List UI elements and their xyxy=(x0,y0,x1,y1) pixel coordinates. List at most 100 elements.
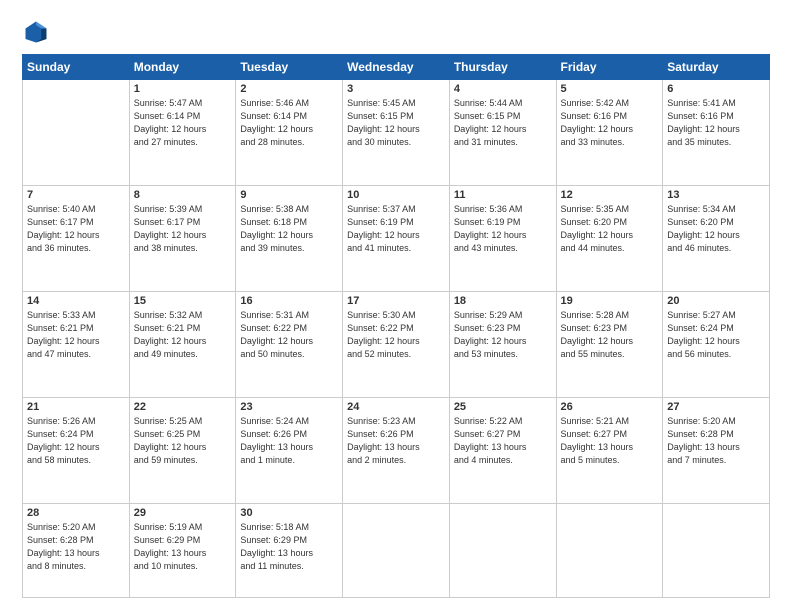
cell-info: Sunrise: 5:39 AM Sunset: 6:17 PM Dayligh… xyxy=(134,203,232,255)
calendar-cell xyxy=(343,503,450,598)
cell-info: Sunrise: 5:44 AM Sunset: 6:15 PM Dayligh… xyxy=(454,97,552,149)
calendar-cell: 14 Sunrise: 5:33 AM Sunset: 6:21 PM Dayli… xyxy=(23,291,130,397)
day-number: 21 xyxy=(27,401,125,413)
day-number: 12 xyxy=(561,189,659,201)
cell-info: Sunrise: 5:35 AM Sunset: 6:20 PM Dayligh… xyxy=(561,203,659,255)
day-number: 7 xyxy=(27,189,125,201)
cell-info: Sunrise: 5:45 AM Sunset: 6:15 PM Dayligh… xyxy=(347,97,445,149)
cell-info: Sunrise: 5:22 AM Sunset: 6:27 PM Dayligh… xyxy=(454,415,552,467)
day-number: 19 xyxy=(561,295,659,307)
calendar-cell: 26 Sunrise: 5:21 AM Sunset: 6:27 PM Dayli… xyxy=(556,397,663,503)
day-number: 16 xyxy=(240,295,338,307)
page: SundayMondayTuesdayWednesdayThursdayFrid… xyxy=(0,0,792,612)
calendar-cell: 17 Sunrise: 5:30 AM Sunset: 6:22 PM Dayli… xyxy=(343,291,450,397)
cell-info: Sunrise: 5:42 AM Sunset: 6:16 PM Dayligh… xyxy=(561,97,659,149)
day-number: 26 xyxy=(561,401,659,413)
day-number: 17 xyxy=(347,295,445,307)
cell-info: Sunrise: 5:21 AM Sunset: 6:27 PM Dayligh… xyxy=(561,415,659,467)
cell-info: Sunrise: 5:32 AM Sunset: 6:21 PM Dayligh… xyxy=(134,309,232,361)
day-number: 10 xyxy=(347,189,445,201)
header xyxy=(22,18,770,46)
weekday-header-sunday: Sunday xyxy=(23,55,130,80)
calendar-cell: 27 Sunrise: 5:20 AM Sunset: 6:28 PM Dayli… xyxy=(663,397,770,503)
weekday-header-saturday: Saturday xyxy=(663,55,770,80)
day-number: 29 xyxy=(134,507,232,519)
weekday-header-tuesday: Tuesday xyxy=(236,55,343,80)
cell-info: Sunrise: 5:31 AM Sunset: 6:22 PM Dayligh… xyxy=(240,309,338,361)
cell-info: Sunrise: 5:18 AM Sunset: 6:29 PM Dayligh… xyxy=(240,521,338,573)
cell-info: Sunrise: 5:40 AM Sunset: 6:17 PM Dayligh… xyxy=(27,203,125,255)
day-number: 24 xyxy=(347,401,445,413)
cell-info: Sunrise: 5:25 AM Sunset: 6:25 PM Dayligh… xyxy=(134,415,232,467)
week-row-2: 7 Sunrise: 5:40 AM Sunset: 6:17 PM Daylig… xyxy=(23,185,770,291)
day-number: 25 xyxy=(454,401,552,413)
cell-info: Sunrise: 5:27 AM Sunset: 6:24 PM Dayligh… xyxy=(667,309,765,361)
calendar-cell xyxy=(556,503,663,598)
calendar-cell: 5Sunrise: 5:42 AM Sunset: 6:16 PM Daylig… xyxy=(556,80,663,186)
calendar-cell xyxy=(23,80,130,186)
day-number: 3 xyxy=(347,83,445,95)
cell-info: Sunrise: 5:37 AM Sunset: 6:19 PM Dayligh… xyxy=(347,203,445,255)
calendar-cell xyxy=(663,503,770,598)
day-number: 20 xyxy=(667,295,765,307)
calendar-cell: 21 Sunrise: 5:26 AM Sunset: 6:24 PM Dayli… xyxy=(23,397,130,503)
calendar-cell: 19 Sunrise: 5:28 AM Sunset: 6:23 PM Dayli… xyxy=(556,291,663,397)
calendar-cell: 16 Sunrise: 5:31 AM Sunset: 6:22 PM Dayli… xyxy=(236,291,343,397)
cell-info: Sunrise: 5:34 AM Sunset: 6:20 PM Dayligh… xyxy=(667,203,765,255)
weekday-header-friday: Friday xyxy=(556,55,663,80)
day-number: 1 xyxy=(134,83,232,95)
calendar-cell: 4Sunrise: 5:44 AM Sunset: 6:15 PM Daylig… xyxy=(449,80,556,186)
day-number: 22 xyxy=(134,401,232,413)
day-number: 23 xyxy=(240,401,338,413)
day-number: 9 xyxy=(240,189,338,201)
day-number: 2 xyxy=(240,83,338,95)
week-row-4: 21 Sunrise: 5:26 AM Sunset: 6:24 PM Dayli… xyxy=(23,397,770,503)
weekday-header-wednesday: Wednesday xyxy=(343,55,450,80)
cell-info: Sunrise: 5:47 AM Sunset: 6:14 PM Dayligh… xyxy=(134,97,232,149)
day-number: 30 xyxy=(240,507,338,519)
cell-info: Sunrise: 5:19 AM Sunset: 6:29 PM Dayligh… xyxy=(134,521,232,573)
calendar-cell: 2 Sunrise: 5:46 AM Sunset: 6:14 PM Daylig… xyxy=(236,80,343,186)
cell-info: Sunrise: 5:26 AM Sunset: 6:24 PM Dayligh… xyxy=(27,415,125,467)
weekday-header-row: SundayMondayTuesdayWednesdayThursdayFrid… xyxy=(23,55,770,80)
weekday-header-thursday: Thursday xyxy=(449,55,556,80)
week-row-5: 28Sunrise: 5:20 AM Sunset: 6:28 PM Dayli… xyxy=(23,503,770,598)
week-row-3: 14 Sunrise: 5:33 AM Sunset: 6:21 PM Dayli… xyxy=(23,291,770,397)
cell-info: Sunrise: 5:28 AM Sunset: 6:23 PM Dayligh… xyxy=(561,309,659,361)
cell-info: Sunrise: 5:20 AM Sunset: 6:28 PM Dayligh… xyxy=(27,521,125,573)
cell-info: Sunrise: 5:29 AM Sunset: 6:23 PM Dayligh… xyxy=(454,309,552,361)
calendar-cell: 12 Sunrise: 5:35 AM Sunset: 6:20 PM Dayli… xyxy=(556,185,663,291)
calendar-cell: 13 Sunrise: 5:34 AM Sunset: 6:20 PM Dayli… xyxy=(663,185,770,291)
calendar-cell: 24Sunrise: 5:23 AM Sunset: 6:26 PM Dayli… xyxy=(343,397,450,503)
calendar-cell: 29 Sunrise: 5:19 AM Sunset: 6:29 PM Dayli… xyxy=(129,503,236,598)
day-number: 11 xyxy=(454,189,552,201)
week-row-1: 1 Sunrise: 5:47 AM Sunset: 6:14 PM Daylig… xyxy=(23,80,770,186)
calendar-cell: 1 Sunrise: 5:47 AM Sunset: 6:14 PM Daylig… xyxy=(129,80,236,186)
day-number: 15 xyxy=(134,295,232,307)
calendar-cell: 20 Sunrise: 5:27 AM Sunset: 6:24 PM Dayli… xyxy=(663,291,770,397)
calendar-cell: 3 Sunrise: 5:45 AM Sunset: 6:15 PM Daylig… xyxy=(343,80,450,186)
cell-info: Sunrise: 5:38 AM Sunset: 6:18 PM Dayligh… xyxy=(240,203,338,255)
calendar-cell: 23Sunrise: 5:24 AM Sunset: 6:26 PM Dayli… xyxy=(236,397,343,503)
cell-info: Sunrise: 5:33 AM Sunset: 6:21 PM Dayligh… xyxy=(27,309,125,361)
cell-info: Sunrise: 5:46 AM Sunset: 6:14 PM Dayligh… xyxy=(240,97,338,149)
day-number: 14 xyxy=(27,295,125,307)
day-number: 18 xyxy=(454,295,552,307)
cell-info: Sunrise: 5:30 AM Sunset: 6:22 PM Dayligh… xyxy=(347,309,445,361)
calendar-cell: 7 Sunrise: 5:40 AM Sunset: 6:17 PM Daylig… xyxy=(23,185,130,291)
logo-icon xyxy=(22,18,50,46)
calendar-cell: 25 Sunrise: 5:22 AM Sunset: 6:27 PM Dayli… xyxy=(449,397,556,503)
calendar-cell: 15 Sunrise: 5:32 AM Sunset: 6:21 PM Dayli… xyxy=(129,291,236,397)
day-number: 8 xyxy=(134,189,232,201)
calendar-cell: 11 Sunrise: 5:36 AM Sunset: 6:19 PM Dayli… xyxy=(449,185,556,291)
calendar-cell: 30 Sunrise: 5:18 AM Sunset: 6:29 PM Dayli… xyxy=(236,503,343,598)
calendar-cell: 8 Sunrise: 5:39 AM Sunset: 6:17 PM Daylig… xyxy=(129,185,236,291)
day-number: 13 xyxy=(667,189,765,201)
calendar-cell: 28Sunrise: 5:20 AM Sunset: 6:28 PM Dayli… xyxy=(23,503,130,598)
cell-info: Sunrise: 5:20 AM Sunset: 6:28 PM Dayligh… xyxy=(667,415,765,467)
calendar-cell: 10 Sunrise: 5:37 AM Sunset: 6:19 PM Dayli… xyxy=(343,185,450,291)
day-number: 27 xyxy=(667,401,765,413)
cell-info: Sunrise: 5:36 AM Sunset: 6:19 PM Dayligh… xyxy=(454,203,552,255)
calendar-cell xyxy=(449,503,556,598)
weekday-header-monday: Monday xyxy=(129,55,236,80)
